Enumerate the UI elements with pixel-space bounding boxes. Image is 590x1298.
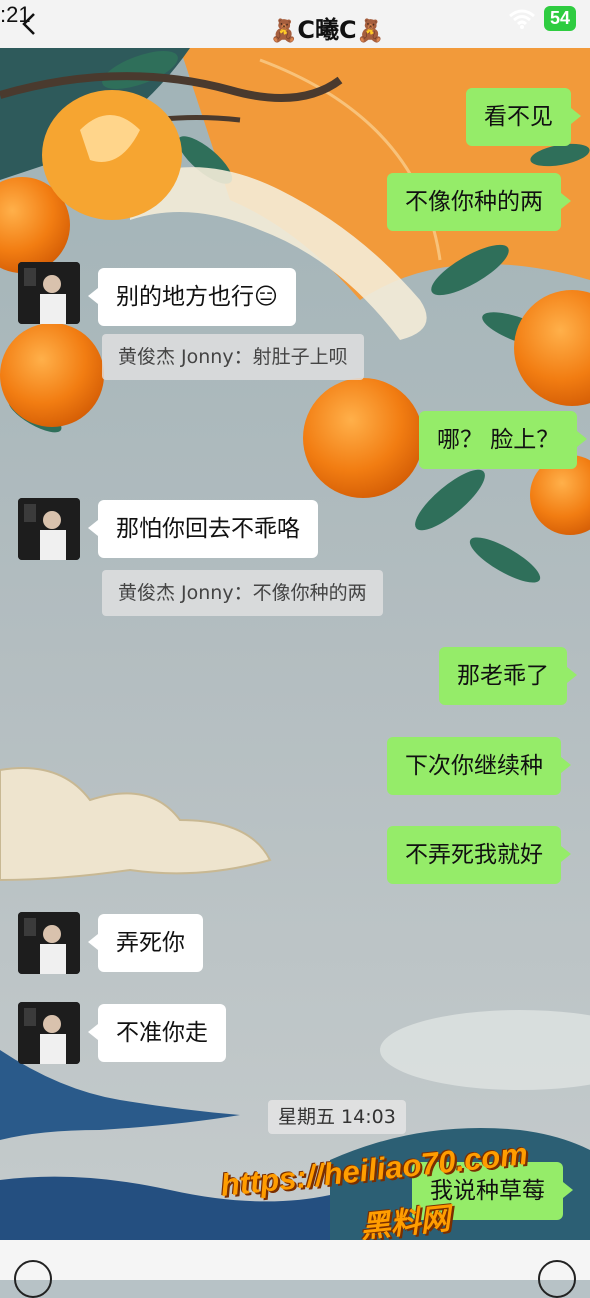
- quoted-reply[interactable]: 黄俊杰 Jonny：不像你种的两: [102, 570, 383, 616]
- message-sent: 看不见: [466, 88, 581, 146]
- watermark-name: 黑料网: [358, 1202, 452, 1245]
- back-icon[interactable]: [18, 12, 42, 36]
- avatar[interactable]: [18, 912, 80, 974]
- message-sent: 哪？ 脸上？: [419, 411, 588, 469]
- chat-title-text: C曦C: [297, 16, 357, 44]
- wifi-icon: [509, 9, 535, 29]
- input-bar: [0, 1240, 590, 1298]
- message-received: 不准你走: [88, 1004, 226, 1062]
- bear-icon: 🧸: [356, 19, 385, 44]
- message-sent: 不像你种的两: [387, 173, 571, 231]
- avatar[interactable]: [18, 262, 80, 324]
- status-icons: 54: [508, 6, 576, 31]
- status-bar: :21 🧸C曦C🧸 54: [0, 0, 590, 48]
- message-received: 别的地方也行😑: [88, 268, 296, 326]
- avatar[interactable]: [18, 1002, 80, 1064]
- message-received: 那怕你回去不乖咯: [88, 500, 318, 558]
- message-sent: 下次你继续种: [387, 737, 571, 795]
- message-sent: 那老乖了: [439, 647, 577, 705]
- voice-icon[interactable]: [14, 1260, 52, 1298]
- bear-icon: 🧸: [270, 19, 298, 44]
- battery-indicator: 54: [543, 6, 576, 31]
- message-received: 弄死你: [88, 914, 203, 972]
- avatar[interactable]: [18, 498, 80, 560]
- timestamp: 星期五 14:03: [268, 1100, 406, 1134]
- message-sent: 不弄死我就好: [387, 826, 571, 884]
- chat-title: 🧸C曦C🧸: [270, 10, 384, 45]
- quoted-reply[interactable]: 黄俊杰 Jonny：射肚子上呗: [102, 334, 364, 380]
- emoji-icon[interactable]: [538, 1260, 576, 1298]
